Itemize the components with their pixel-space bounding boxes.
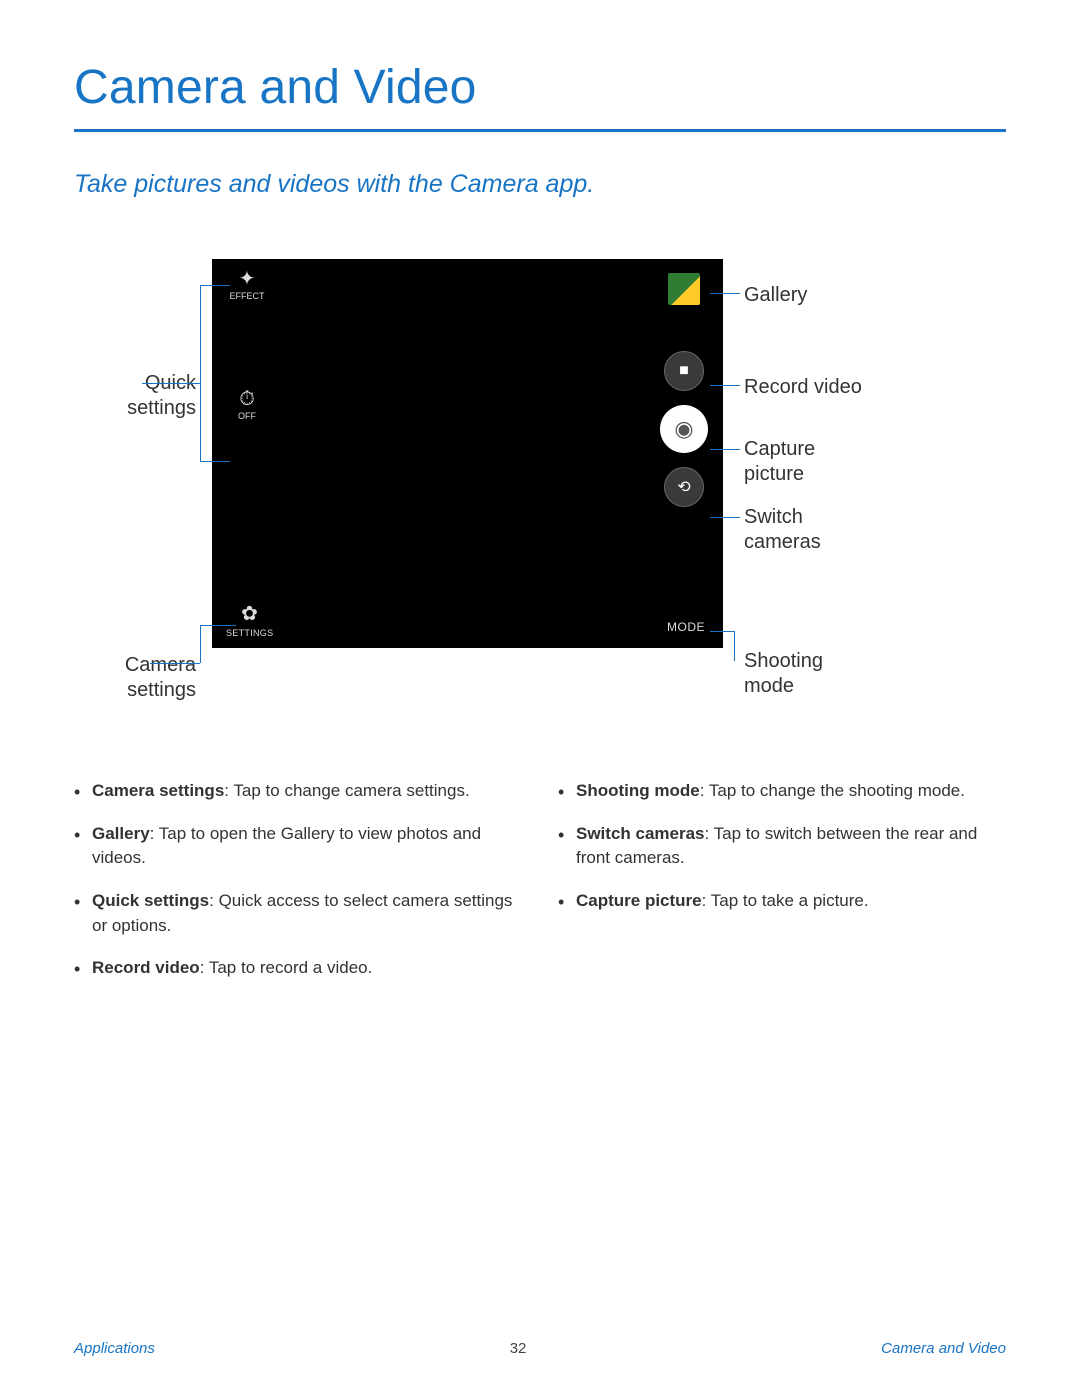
- bullet-item: Capture picture: Tap to take a picture.: [558, 889, 1006, 914]
- leader-line: [200, 461, 230, 462]
- leader-line: [710, 517, 740, 518]
- page-title: Camera and Video: [74, 60, 1006, 115]
- callout-gallery: Gallery: [744, 283, 807, 308]
- bullet-term: Quick settings: [92, 891, 209, 910]
- footer-right: Camera and Video: [881, 1340, 1006, 1357]
- leader-line: [200, 625, 236, 626]
- sparkle-icon: ✦: [227, 269, 267, 289]
- footer-page-number: 32: [510, 1340, 527, 1357]
- leader-line: [710, 449, 740, 450]
- leader-line: [142, 383, 200, 384]
- leader-line: [200, 625, 201, 663]
- bullet-item: Gallery: Tap to open the Gallery to view…: [74, 822, 522, 871]
- record-video-button[interactable]: ■: [664, 351, 704, 391]
- leader-line: [710, 631, 734, 632]
- leader-line: [734, 631, 735, 661]
- timer-icon: ⏱: [227, 389, 267, 409]
- capture-picture-button[interactable]: ◉: [660, 405, 708, 453]
- callout-quick-settings: Quicksettings: [127, 371, 196, 421]
- timer-button[interactable]: ⏱ OFF: [227, 389, 267, 421]
- video-icon: ■: [679, 362, 689, 380]
- switch-cameras-button[interactable]: ⟲: [664, 467, 704, 507]
- leader-line: [150, 663, 200, 664]
- leader-line: [200, 285, 201, 461]
- bullet-item: Camera settings: Tap to change camera se…: [74, 779, 522, 804]
- callout-switch-cameras: Switchcameras: [744, 505, 821, 555]
- camera-figure: ✦ EFFECT ⏱ OFF ✿ SETTINGS ■ ◉: [74, 259, 1006, 719]
- effect-label: EFFECT: [230, 291, 265, 301]
- bullet-columns: Camera settings: Tap to change camera se…: [74, 779, 1006, 999]
- bullet-desc: : Tap to change the shooting mode.: [700, 781, 965, 800]
- bullet-item: Switch cameras: Tap to switch between th…: [558, 822, 1006, 871]
- bullet-desc: : Tap to open the Gallery to view photos…: [92, 824, 481, 868]
- bullet-term: Shooting mode: [576, 781, 700, 800]
- leader-line: [710, 385, 740, 386]
- leader-line: [200, 285, 230, 286]
- effect-button[interactable]: ✦ EFFECT: [227, 269, 267, 301]
- camera-settings-button[interactable]: ✿ SETTINGS: [226, 601, 273, 638]
- settings-label: SETTINGS: [226, 628, 273, 638]
- bullet-term: Switch cameras: [576, 824, 705, 843]
- bullet-item: Shooting mode: Tap to change the shootin…: [558, 779, 1006, 804]
- bullet-list-right: Shooting mode: Tap to change the shootin…: [558, 779, 1006, 999]
- bullet-item: Quick settings: Quick access to select c…: [74, 889, 522, 938]
- bullet-term: Camera settings: [92, 781, 224, 800]
- bullet-desc: : Tap to take a picture.: [702, 891, 869, 910]
- callout-record-video: Record video: [744, 375, 862, 400]
- callout-camera-settings: Camerasettings: [125, 653, 196, 703]
- leader-line: [710, 293, 740, 294]
- bullet-list-left: Camera settings: Tap to change camera se…: [74, 779, 522, 999]
- footer-left: Applications: [74, 1340, 155, 1357]
- camera-app-screenshot: ✦ EFFECT ⏱ OFF ✿ SETTINGS ■ ◉: [212, 259, 723, 648]
- page-subtitle: Take pictures and videos with the Camera…: [74, 170, 1006, 199]
- bullet-term: Record video: [92, 958, 200, 977]
- bullet-item: Record video: Tap to record a video.: [74, 956, 522, 981]
- bullet-term: Capture picture: [576, 891, 702, 910]
- bullet-desc: : Tap to change camera settings.: [224, 781, 469, 800]
- callout-capture-picture: Capturepicture: [744, 437, 815, 487]
- bullet-term: Gallery: [92, 824, 150, 843]
- switch-camera-icon: ⟲: [677, 477, 690, 497]
- title-rule: [74, 129, 1006, 132]
- shooting-mode-button[interactable]: MODE: [667, 620, 705, 634]
- gear-icon: ✿: [226, 601, 273, 626]
- page-footer: Applications 32 Camera and Video: [0, 1340, 1080, 1357]
- bullet-desc: : Tap to record a video.: [200, 958, 373, 977]
- gallery-thumbnail[interactable]: [668, 273, 700, 305]
- callout-shooting-mode: Shootingmode: [744, 649, 823, 699]
- timer-label: OFF: [238, 411, 256, 421]
- camera-icon: ◉: [674, 416, 693, 442]
